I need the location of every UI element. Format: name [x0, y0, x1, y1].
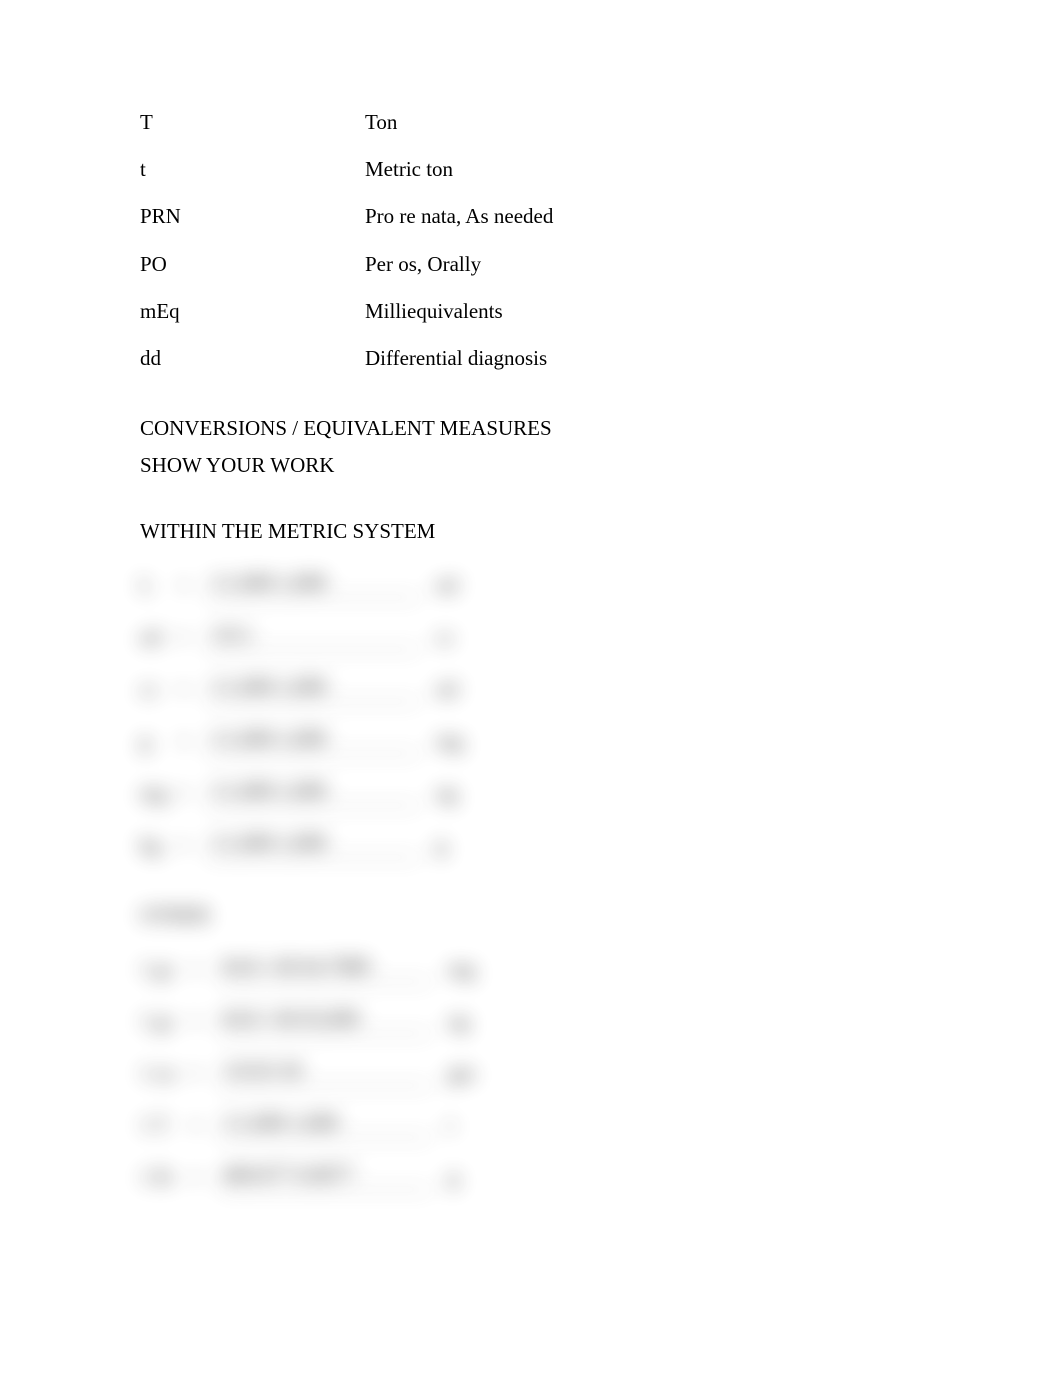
abbrev-meaning: Pro re nata, As needed	[365, 204, 942, 229]
within-metric-heading: WITHIN THE METRIC SYSTEM	[140, 519, 942, 544]
conv-left-unit: 1 oz	[140, 1061, 190, 1086]
abbrev-row: PRN Pro re nata, As needed	[140, 204, 942, 229]
abbrev-symbol: mEq	[140, 299, 365, 324]
conv-right-unit: mg	[436, 729, 486, 754]
abbrev-symbol: T	[140, 110, 365, 135]
conv-right-unit: ml	[436, 677, 486, 702]
conv-right-unit: ml	[436, 573, 486, 598]
conversion-row: mg = 1/1,000 1,000 ug	[140, 776, 942, 806]
equals-sign: =	[178, 781, 208, 806]
conv-right-unit: g	[448, 1165, 498, 1190]
conversion-row: ml = 1/0.1 cc	[140, 620, 942, 650]
abbrev-symbol: dd	[140, 346, 365, 371]
equals-sign: =	[178, 573, 208, 598]
abbrev-meaning: Ton	[365, 110, 942, 135]
abbrev-row: dd Differential diagnosis	[140, 346, 942, 371]
conversion-row: 1 gr = 64.8 / 60 65,000 ug	[140, 1004, 942, 1034]
conv-value: 64.8 / 60 64.7989	[220, 954, 430, 982]
conv-right-unit: ug	[436, 781, 486, 806]
conv-left-unit: mg	[140, 781, 178, 806]
conv-left-unit: ml	[140, 625, 178, 650]
conv-value: 1/1,000 1,000	[208, 570, 418, 598]
abbrev-meaning: Milliequivalents	[365, 299, 942, 324]
conv-value: 64.8 / 60 65,000	[220, 1006, 430, 1034]
abbrev-row: mEq Milliequivalents	[140, 299, 942, 324]
equals-sign: =	[190, 1009, 220, 1034]
equals-sign: =	[190, 1061, 220, 1086]
conv-right-unit: g	[436, 833, 486, 858]
metric-conversions-blurred: L = 1/1,000 1,000 ml ml = 1/0.1 cc cc = …	[140, 568, 942, 1190]
conv-left-unit: L	[140, 573, 178, 598]
conv-left-unit: 1 gr	[140, 957, 190, 982]
abbrev-row: T Ton	[140, 110, 942, 135]
abbrev-symbol: PO	[140, 252, 365, 277]
conv-value: 1/0.1	[208, 622, 418, 650]
conversion-row: g = 1/1,000 1,000 mg	[140, 724, 942, 754]
abbrev-symbol: t	[140, 157, 365, 182]
abbrev-meaning: Differential diagnosis	[365, 346, 942, 371]
conv-right-unit: gm	[448, 1061, 498, 1086]
abbreviation-list: T Ton t Metric ton PRN Pro re nata, As n…	[140, 110, 942, 371]
equals-sign: =	[178, 833, 208, 858]
conv-right-unit: mg	[448, 957, 498, 982]
conv-value: 1/1,000 1,000	[208, 778, 418, 806]
equals-sign: =	[178, 729, 208, 754]
conv-value: 460/477 0.0077	[220, 1162, 430, 1190]
conv-value: 1/1,000 1,000	[208, 726, 418, 754]
conv-value: 1/0.03 30	[220, 1058, 430, 1086]
conversion-row: 1 oz = 1/0.03 30 gm	[140, 1056, 942, 1086]
conv-value: 1/1,000 1,000	[208, 674, 418, 702]
conversion-row: 1 T = 1/1,000 1,000 t	[140, 1108, 942, 1138]
equals-sign: =	[190, 957, 220, 982]
abbrev-meaning: Metric ton	[365, 157, 942, 182]
conversion-row: kg = 1/1,000 1,000 g	[140, 828, 942, 858]
conversion-row: 1 gr = 64.8 / 60 64.7989 mg	[140, 952, 942, 982]
equals-sign: =	[178, 677, 208, 702]
show-your-work: SHOW YOUR WORK	[140, 453, 942, 478]
other-heading: OTHER	[140, 903, 942, 928]
conv-left-unit: g	[140, 729, 178, 754]
conv-value: 1/1,000 1,000	[208, 830, 418, 858]
abbrev-meaning: Per os, Orally	[365, 252, 942, 277]
abbrev-symbol: PRN	[140, 204, 365, 229]
abbrev-row: t Metric ton	[140, 157, 942, 182]
conversion-row: 1 lb = 460/477 0.0077 g	[140, 1160, 942, 1190]
conv-right-unit: t	[448, 1113, 498, 1138]
conversions-heading: CONVERSIONS / EQUIVALENT MEASURES	[140, 416, 942, 441]
equals-sign: =	[190, 1113, 220, 1138]
conv-left-unit: 1 lb	[140, 1165, 190, 1190]
conv-left-unit: 1 T	[140, 1113, 190, 1138]
equals-sign: =	[178, 625, 208, 650]
conversion-row: cc = 1/1,000 1,000 ml	[140, 672, 942, 702]
conv-right-unit: ug	[448, 1009, 498, 1034]
conv-value: 1/1,000 1,000	[220, 1110, 430, 1138]
conv-left-unit: 1 gr	[140, 1009, 190, 1034]
equals-sign: =	[190, 1165, 220, 1190]
conversion-row: L = 1/1,000 1,000 ml	[140, 568, 942, 598]
conv-right-unit: cc	[436, 625, 486, 650]
conv-left-unit: cc	[140, 677, 178, 702]
abbrev-row: PO Per os, Orally	[140, 252, 942, 277]
conv-left-unit: kg	[140, 833, 178, 858]
